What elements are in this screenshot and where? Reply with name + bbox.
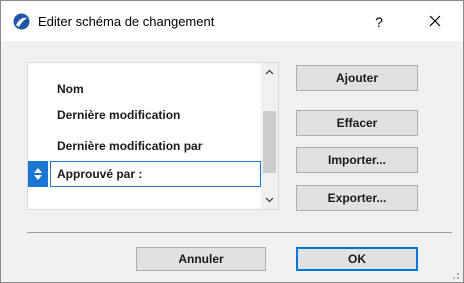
dialog-window: Editer schéma de changement ? Nom Derniè… [0, 0, 464, 283]
scrollbar-thumb[interactable] [263, 111, 276, 173]
list-scrollbar[interactable] [261, 63, 278, 209]
field-list[interactable]: Nom Dernière modification Dernière modif… [27, 62, 279, 210]
ok-button[interactable]: OK [296, 247, 418, 271]
list-item[interactable]: Dernière modification par [28, 134, 260, 158]
delete-button[interactable]: Effacer [296, 110, 418, 136]
list-item-editing[interactable] [28, 161, 261, 187]
app-icon [13, 13, 30, 30]
reorder-handle-icon[interactable] [28, 161, 48, 187]
list-item-label: Dernière modification [57, 108, 181, 122]
chevron-up-icon[interactable] [261, 63, 278, 81]
add-button[interactable]: Ajouter [296, 65, 418, 91]
list-item[interactable]: Nom [28, 77, 260, 101]
window-title: Editer schéma de changement [38, 14, 215, 29]
title-bar[interactable]: Editer schéma de changement ? [1, 1, 463, 41]
list-item[interactable]: Dernière modification [28, 103, 260, 127]
close-icon [429, 15, 441, 30]
export-button[interactable]: Exporter... [296, 185, 418, 211]
footer-divider [27, 232, 452, 233]
chevron-down-icon[interactable] [261, 191, 278, 209]
close-button[interactable] [415, 9, 455, 35]
field-name-input[interactable] [50, 161, 261, 187]
help-button[interactable]: ? [361, 9, 397, 35]
cancel-button[interactable]: Annuler [136, 247, 266, 271]
list-item-label: Dernière modification par [57, 139, 203, 153]
resize-grip-icon[interactable] [450, 269, 460, 279]
list-item-label: Nom [57, 82, 84, 96]
import-button[interactable]: Importer... [296, 147, 418, 173]
